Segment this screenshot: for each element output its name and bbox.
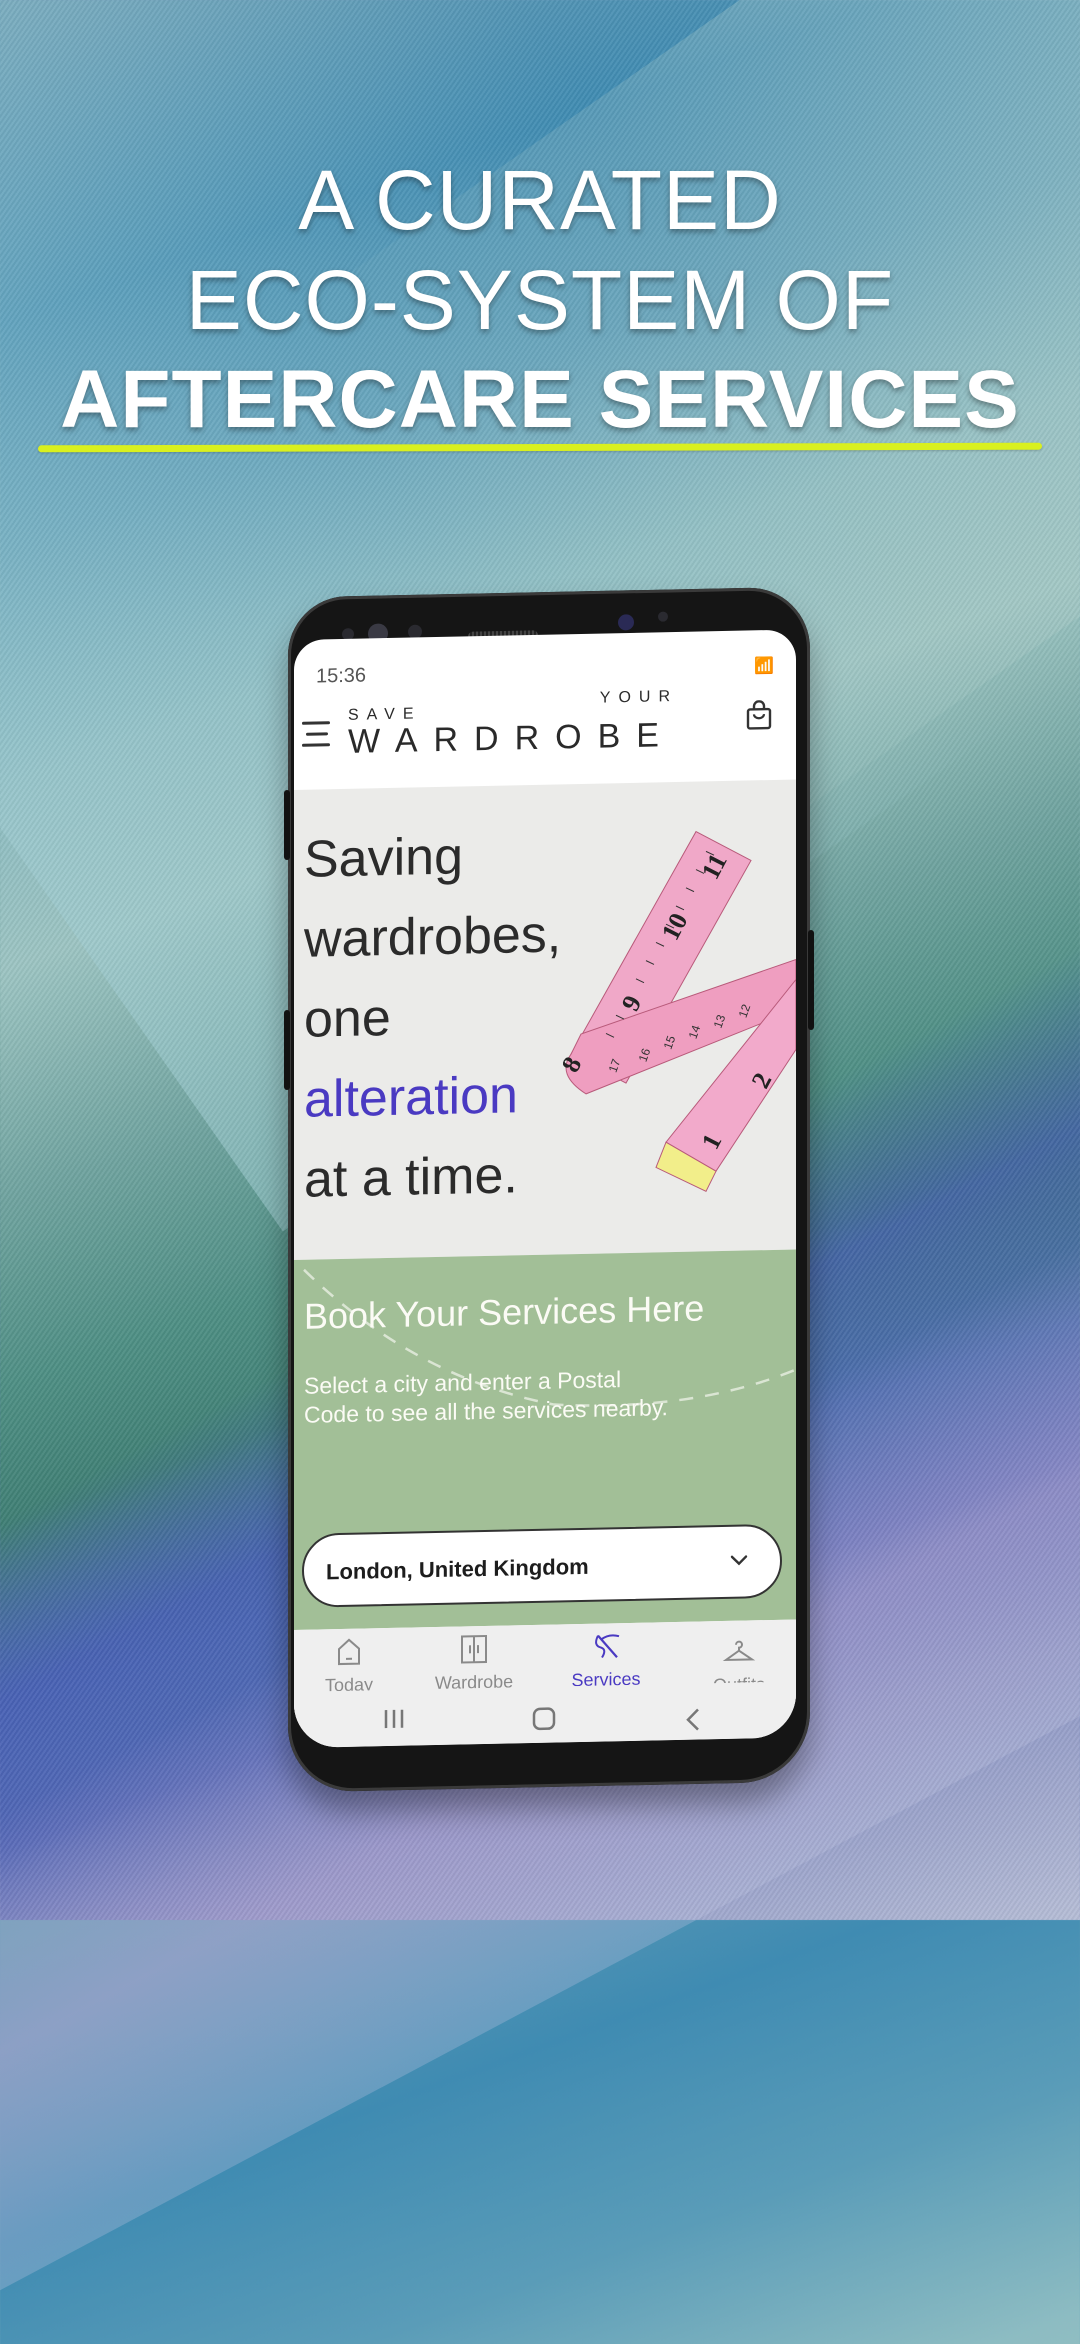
tab-services[interactable]: Services <box>551 1628 661 1691</box>
wardrobe-icon <box>457 1632 491 1667</box>
tab-wardrobe[interactable]: Wardrobe <box>419 1631 529 1694</box>
booking-subtitle: Select a city and enter a Postal Code to… <box>304 1364 674 1430</box>
headline-line-3: AFTERCARE SERVICES <box>0 350 1080 450</box>
home-button-icon[interactable] <box>524 1704 564 1735</box>
city-select-value: London, United Kingdom <box>326 1554 589 1586</box>
iris-scanner-icon <box>618 614 634 630</box>
hamburger-menu-icon[interactable] <box>302 717 332 752</box>
hero-banner: Saving wardrobes, one alteration at a ti… <box>294 779 796 1260</box>
hero-tagline: Saving wardrobes, one alteration at a ti… <box>304 814 561 1219</box>
power-button <box>808 930 814 1030</box>
sewing-needle-icon <box>589 1629 623 1664</box>
logo-wardrobe: WARDROBE <box>348 716 675 762</box>
shopping-bag-icon[interactable] <box>746 700 772 731</box>
app-logo: SAVE YOUR WARDROBE <box>348 696 678 763</box>
city-select[interactable]: London, United Kingdom <box>302 1524 782 1608</box>
phone-screen: 15:36 📶 SAVE YOUR WARDROBE Saving wardro… <box>294 629 796 1748</box>
status-icons: 📶 <box>754 656 776 676</box>
logo-your: YOUR <box>600 688 678 708</box>
app-header: SAVE YOUR WARDROBE <box>294 685 796 776</box>
bixby-button <box>284 1010 290 1090</box>
headline-line-1: A CURATED <box>0 150 1080 250</box>
chevron-down-icon <box>728 1548 750 1570</box>
hero-line: one <box>304 974 561 1059</box>
hero-line: at a time. <box>304 1134 561 1219</box>
volume-button <box>284 790 290 860</box>
sensor-icon <box>658 612 668 622</box>
back-icon[interactable] <box>674 1705 714 1736</box>
hero-line: wardrobes, <box>304 894 561 979</box>
booking-section: Book Your Services Here Select a city an… <box>294 1249 796 1630</box>
hanger-icon <box>722 1634 756 1669</box>
booking-title: Book Your Services Here <box>304 1287 704 1337</box>
hero-line: Saving <box>304 814 561 899</box>
recent-apps-icon[interactable] <box>374 1703 414 1734</box>
tab-today[interactable]: Today <box>294 1634 404 1697</box>
wifi-icon: 📶 <box>754 658 776 675</box>
headline-line-2: ECO-SYSTEM OF <box>0 250 1080 350</box>
measuring-tape-image: 11 10 9 8 2 1 17 16 15 14 13 12 <box>546 819 796 1204</box>
system-nav-bar <box>294 1681 796 1748</box>
status-time: 15:36 <box>316 664 366 688</box>
home-icon <box>332 1634 366 1669</box>
hero-accent-word: alteration <box>304 1054 561 1139</box>
promo-headline: A CURATED ECO-SYSTEM OF AFTERCARE SERVIC… <box>0 150 1080 450</box>
